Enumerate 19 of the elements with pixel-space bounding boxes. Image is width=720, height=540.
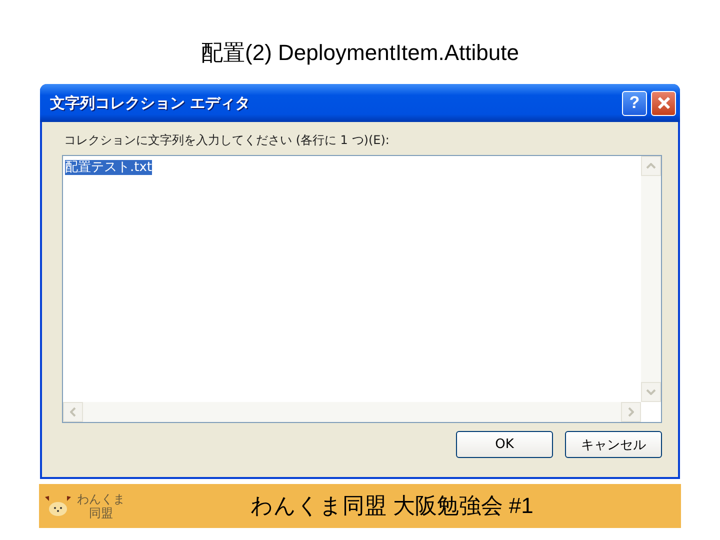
horizontal-scrollbar[interactable] [63, 402, 641, 422]
bear-icon [43, 494, 73, 518]
close-icon [656, 96, 670, 110]
scroll-right-icon [628, 407, 634, 417]
vertical-scrollbar[interactable] [641, 156, 661, 402]
scroll-down-icon [646, 389, 656, 395]
window-title: 文字列コレクション エディタ [50, 94, 250, 112]
help-button[interactable]: ? [622, 90, 647, 116]
dialog-button[interactable]: キャンセル [565, 431, 662, 458]
logo-text: 同盟 [88, 506, 114, 520]
slide-title: 配置(2) DeploymentItem.Attibute [201, 39, 519, 67]
scroll-left-icon [70, 407, 76, 417]
logo-text: わんくま [77, 492, 125, 506]
close-button[interactable] [651, 90, 676, 116]
text-editor[interactable]: 配置テスト.txt [62, 155, 662, 423]
dialog-button[interactable]: OK [456, 431, 553, 458]
prompt-label: コレクションに文字列を入力してください (各行に 1 つ)(E): [64, 132, 390, 149]
scroll-up-icon [646, 163, 656, 169]
footer-text: わんくま同盟 大阪勉強会 #1 [250, 492, 534, 520]
